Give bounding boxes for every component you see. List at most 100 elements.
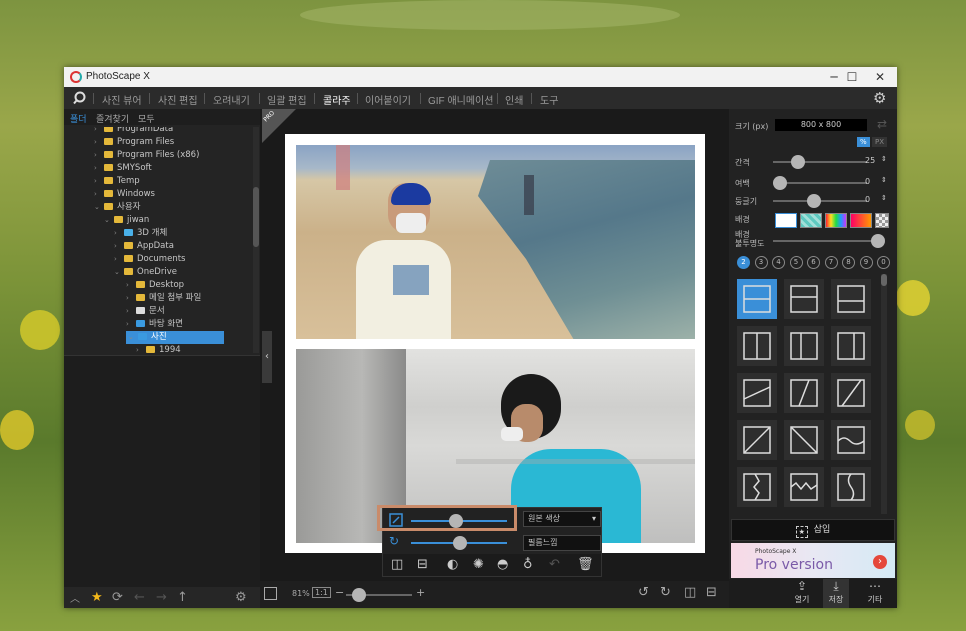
menu-batch[interactable]: 일괄 편집 xyxy=(267,92,307,107)
layout-option-13[interactable] xyxy=(737,467,777,507)
save-button[interactable]: ⤓ 저장 xyxy=(823,579,849,608)
expand-arrow-icon[interactable]: › xyxy=(114,227,124,240)
folder-tree-item[interactable]: ⌄ jiwan xyxy=(104,214,149,227)
tab-all[interactable]: 모두 xyxy=(138,112,155,125)
favorite-star-icon[interactable]: ★ xyxy=(91,590,103,605)
settings-gear-icon[interactable]: ⚙ xyxy=(873,89,886,107)
menu-combine[interactable]: 이어붙이기 xyxy=(365,92,411,107)
folder-tree-item[interactable]: ⌄ 사용자 xyxy=(94,201,140,214)
rotate-right-icon[interactable]: ↻ xyxy=(660,585,671,600)
fit-icon[interactable] xyxy=(264,587,277,600)
margin-value[interactable]: 0 xyxy=(865,177,870,186)
expand-arrow-icon[interactable]: › xyxy=(114,240,124,253)
bg-swatch-gradient[interactable] xyxy=(825,213,847,228)
photo-count-0[interactable]: 0 xyxy=(877,256,890,269)
photo-count-4[interactable]: 4 xyxy=(772,256,785,269)
photo-count-5[interactable]: 5 xyxy=(789,256,803,269)
up-arrow-icon[interactable]: ↑ xyxy=(177,590,188,605)
expand-arrow-icon[interactable]: › xyxy=(114,253,124,266)
layout-option-12[interactable] xyxy=(831,420,871,460)
folder-tree-item[interactable]: ⌄ 사진 xyxy=(126,331,224,344)
layout-option-6[interactable] xyxy=(831,326,871,366)
layout-option-14[interactable] xyxy=(784,467,824,507)
spacing-stepper-icon[interactable]: ⇕ xyxy=(881,155,887,163)
bg-swatch-pattern[interactable] xyxy=(800,213,822,228)
folder-tree-item[interactable]: › 문서 xyxy=(126,305,165,318)
tab-favorites[interactable]: 즐겨찾기 xyxy=(96,112,129,125)
flip-horizontal-icon[interactable]: ◫ xyxy=(391,557,403,572)
expand-arrow-icon[interactable]: › xyxy=(94,149,104,162)
expand-arrow-icon[interactable]: ⌄ xyxy=(94,201,104,214)
back-arrow-icon[interactable]: ← xyxy=(134,590,145,605)
actual-size-button[interactable]: 1:1 xyxy=(312,587,331,598)
opacity-knob[interactable] xyxy=(871,234,885,248)
layout-option-9[interactable] xyxy=(831,373,871,413)
unit-percent-button[interactable]: % xyxy=(857,137,870,147)
folder-tree-item[interactable]: › Program Files xyxy=(94,136,174,149)
round-knob[interactable] xyxy=(807,194,821,208)
photo-count-2[interactable]: 2 xyxy=(737,256,750,269)
spacing-slider[interactable] xyxy=(773,155,867,169)
scale-slider-knob[interactable] xyxy=(449,514,463,528)
layout-option-2[interactable] xyxy=(784,279,824,319)
flip-h-icon[interactable]: ◫ xyxy=(684,585,696,600)
filter-field[interactable]: 필름느낌 xyxy=(523,535,601,551)
round-stepper-icon[interactable]: ⇕ xyxy=(881,194,887,202)
flip-v-icon[interactable]: ⊟ xyxy=(706,585,717,600)
pro-version-ad[interactable]: PhotoScape X Pro version › xyxy=(731,543,895,578)
bg-swatch-transparent[interactable] xyxy=(875,213,889,228)
layout-option-5[interactable] xyxy=(784,326,824,366)
expand-arrow-icon[interactable]: › xyxy=(136,344,146,353)
flip-vertical-icon[interactable]: ⊟ xyxy=(417,557,428,572)
photo-count-7[interactable]: 7 xyxy=(824,256,838,269)
left-settings-gear-icon[interactable]: ⚙ xyxy=(235,590,247,605)
margin-knob[interactable] xyxy=(773,176,787,190)
search-icon[interactable] xyxy=(73,91,87,105)
color-dropdown[interactable]: 원본 색상 ▾ xyxy=(523,511,601,527)
brightness-icon[interactable]: ✺ xyxy=(473,557,484,572)
expand-arrow-icon[interactable]: › xyxy=(94,175,104,188)
scale-slider[interactable] xyxy=(411,514,507,528)
bg-swatch-warm[interactable] xyxy=(850,213,872,228)
margin-stepper-icon[interactable]: ⇕ xyxy=(881,176,887,184)
temperature-icon[interactable]: ♁ xyxy=(523,557,533,572)
forward-arrow-icon[interactable]: → xyxy=(156,590,167,605)
menu-photo-editor[interactable]: 사진 편집 xyxy=(158,92,198,107)
tree-scrollbar[interactable] xyxy=(253,127,259,353)
menu-tools[interactable]: 도구 xyxy=(540,92,558,107)
folder-tree-item[interactable]: ⌄ OneDrive xyxy=(114,266,177,279)
expand-arrow-icon[interactable]: › xyxy=(126,279,136,292)
folder-tree-item[interactable]: › AppData xyxy=(114,240,174,253)
expand-arrow-icon[interactable]: ⌄ xyxy=(104,214,114,227)
round-slider[interactable] xyxy=(773,194,867,208)
swap-icon[interactable]: ⇄ xyxy=(877,117,887,131)
layout-option-3[interactable] xyxy=(831,279,871,319)
layout-option-15[interactable] xyxy=(831,467,871,507)
layout-option-7[interactable] xyxy=(737,373,777,413)
menu-cut-out[interactable]: 오려내기 xyxy=(213,92,250,107)
zoom-slider[interactable] xyxy=(346,588,412,602)
tab-folder[interactable]: 폴더 xyxy=(70,112,87,125)
folder-tree-item[interactable]: › Desktop xyxy=(126,279,184,292)
insert-button[interactable]: ★ 삽입 xyxy=(731,519,895,541)
bg-swatch-white[interactable] xyxy=(775,213,797,228)
layout-option-4[interactable] xyxy=(737,326,777,366)
delete-trash-icon[interactable]: 🗑 xyxy=(577,557,594,572)
expand-arrow-icon[interactable]: › xyxy=(126,292,136,305)
spacing-value[interactable]: 25 xyxy=(865,156,875,165)
expand-arrow-icon[interactable]: › xyxy=(126,318,136,331)
expand-arrow-icon[interactable]: ⌄ xyxy=(128,331,138,344)
menu-collage[interactable]: 콜라주 xyxy=(323,92,351,107)
margin-slider[interactable] xyxy=(773,176,867,190)
zoom-out-button[interactable]: − xyxy=(335,586,344,599)
opacity-slider[interactable] xyxy=(773,234,885,248)
layout-option-10[interactable] xyxy=(737,420,777,460)
maximize-button[interactable]: ☐ xyxy=(839,69,865,85)
folder-tree-item[interactable]: › 3D 개체 xyxy=(114,227,167,240)
photo-count-3[interactable]: 3 xyxy=(754,256,768,269)
photo-count-9[interactable]: 9 xyxy=(859,256,873,269)
folder-tree-item[interactable]: › 1994 xyxy=(136,344,181,353)
open-button[interactable]: ⇪ 열기 xyxy=(789,579,815,608)
collapse-up-icon[interactable]: ︿ xyxy=(70,590,80,605)
size-field[interactable]: 800 x 800 xyxy=(775,119,867,131)
